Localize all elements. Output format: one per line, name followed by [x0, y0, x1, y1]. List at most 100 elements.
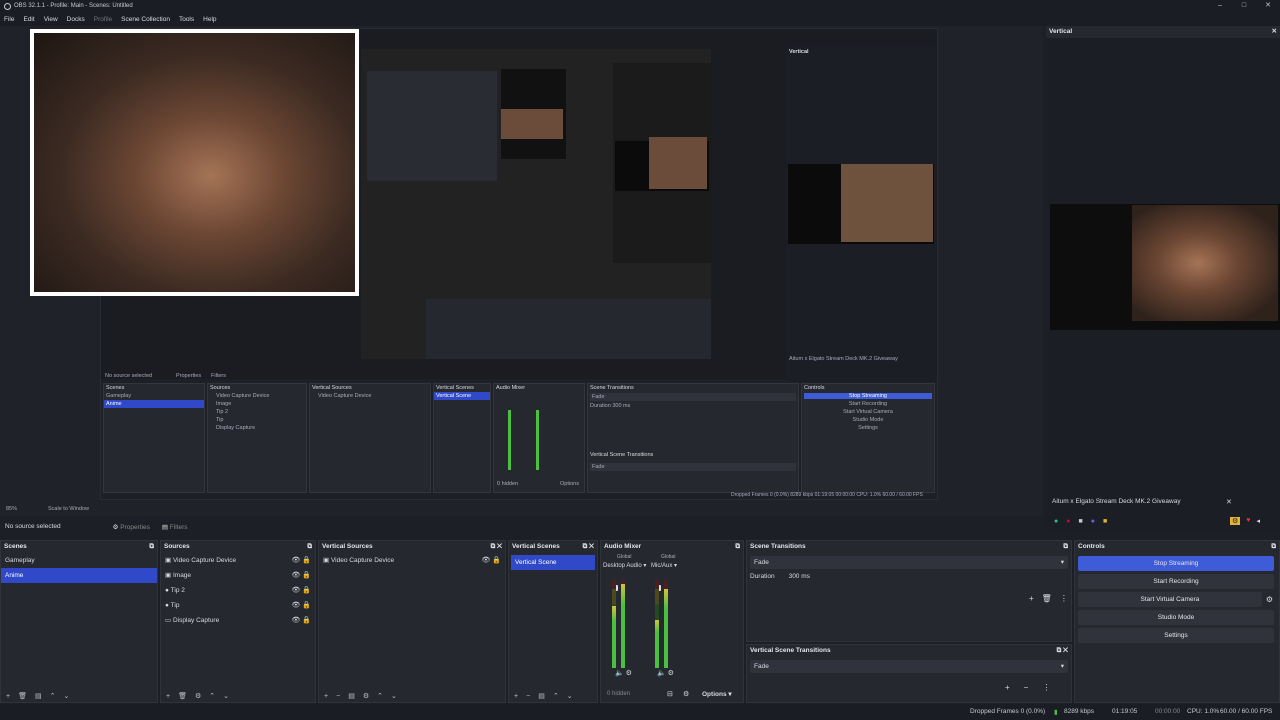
vertical-source-item[interactable]: ▣ Video Capture Device 👁 🔒: [319, 553, 505, 568]
duration-input[interactable]: 300 ms: [784, 572, 1045, 581]
maximize-button[interactable]: □: [1232, 0, 1256, 12]
add-icon[interactable]: +: [1005, 683, 1010, 692]
remove-icon[interactable]: −: [1024, 683, 1029, 692]
filter-icon[interactable]: ▤: [35, 692, 42, 700]
scene-item[interactable]: Anime: [1, 568, 157, 583]
menu-file[interactable]: File: [4, 16, 14, 23]
start-recording-button[interactable]: Start Recording: [1078, 574, 1274, 589]
minimize-button[interactable]: –: [1208, 0, 1232, 12]
remove-icon[interactable]: −: [336, 693, 340, 700]
dock-close-icon[interactable]: ✕: [589, 543, 594, 550]
filter-icon[interactable]: ▤: [538, 692, 545, 700]
virtualcam-icon[interactable]: ■: [1103, 518, 1107, 525]
dock-float-icon[interactable]: ⧉: [307, 541, 312, 553]
up-icon[interactable]: ⌃: [209, 692, 215, 700]
dock-float-icon[interactable]: ⧉: [491, 543, 496, 550]
backtrack-icon[interactable]: ●: [1091, 518, 1095, 525]
menu-arrow-icon[interactable]: ◂: [1256, 517, 1260, 525]
dock-float-icon[interactable]: ⧉: [1063, 541, 1068, 553]
mic-aux-label[interactable]: Mic/Aux ▾: [651, 562, 677, 569]
add-icon[interactable]: +: [514, 693, 518, 700]
lock-icon[interactable]: 🔒: [302, 587, 311, 594]
down-icon[interactable]: ⌄: [391, 692, 397, 700]
dock-close-icon[interactable]: ✕: [497, 543, 502, 550]
studio-mode-button[interactable]: Studio Mode: [1078, 610, 1274, 625]
mixer-link-icon[interactable]: ⚙: [683, 690, 689, 698]
desktop-audio-label[interactable]: Desktop Audio ▾: [603, 562, 646, 569]
settings-icon[interactable]: ⚙: [363, 692, 369, 700]
up-icon[interactable]: ⌃: [553, 692, 559, 700]
more-icon[interactable]: ⋮: [1042, 683, 1050, 692]
transition-select[interactable]: Fade ▾: [750, 556, 1068, 569]
settings-icon[interactable]: ⚙: [195, 692, 201, 700]
lock-icon[interactable]: 🔒: [302, 602, 311, 609]
filters-button[interactable]: ▤ Filters: [162, 523, 188, 531]
menu-docks[interactable]: Docks: [67, 16, 85, 23]
add-icon[interactable]: +: [324, 693, 328, 700]
channel-settings-icon[interactable]: ⚙: [668, 670, 674, 677]
stop-streaming-button[interactable]: Stop Streaming: [1078, 556, 1274, 571]
properties-button[interactable]: ⚙ Properties: [113, 523, 150, 531]
menu-profile[interactable]: Profile: [94, 16, 112, 23]
dock-float-icon[interactable]: ⧉: [735, 541, 740, 553]
dock-float-icon[interactable]: ⧉: [583, 543, 588, 550]
speaker-icon[interactable]: 🔈: [615, 670, 624, 677]
up-icon[interactable]: ⌃: [377, 692, 383, 700]
menu-help[interactable]: Help: [203, 16, 216, 23]
dock-float-icon[interactable]: ⧉: [149, 541, 154, 553]
dock-float-icon[interactable]: ⧉: [1057, 647, 1062, 654]
vertical-transition-select[interactable]: Fade ▾: [750, 660, 1068, 673]
down-icon[interactable]: ⌄: [567, 692, 573, 700]
virtual-camera-settings-icon[interactable]: ⚙: [1266, 595, 1273, 604]
scale-mode[interactable]: Scale to Window: [48, 506, 89, 512]
more-icon[interactable]: ⋮: [1060, 594, 1068, 603]
visibility-eye-icon[interactable]: 👁: [291, 557, 300, 564]
heart-icon[interactable]: ♥: [1246, 517, 1250, 525]
add-icon[interactable]: +: [1029, 594, 1034, 603]
record-icon[interactable]: ●: [1066, 518, 1070, 525]
visibility-eye-icon[interactable]: 👁: [481, 557, 490, 564]
speaker-icon[interactable]: 🔈: [657, 670, 666, 677]
pause-icon[interactable]: ■: [1078, 518, 1082, 525]
filter-icon[interactable]: ▤: [348, 692, 355, 700]
lock-icon[interactable]: 🔒: [302, 572, 311, 579]
source-item[interactable]: ● Tip 👁 🔒: [161, 598, 315, 613]
remove-icon[interactable]: 🗑: [1042, 594, 1052, 603]
visibility-eye-icon[interactable]: 👁: [291, 587, 300, 594]
add-icon[interactable]: +: [166, 693, 170, 700]
dock-close-icon[interactable]: ✕: [1063, 647, 1068, 654]
settings-gear-icon[interactable]: ⚙: [1230, 517, 1241, 525]
menu-view[interactable]: View: [44, 16, 58, 23]
visibility-eye-icon[interactable]: 👁: [291, 617, 300, 624]
menu-scene-collection[interactable]: Scene Collection: [121, 16, 170, 23]
remove-icon[interactable]: −: [526, 693, 530, 700]
menu-tools[interactable]: Tools: [179, 16, 194, 23]
mixer-layout-icon[interactable]: ⊟: [667, 690, 673, 698]
source-item[interactable]: ▣ Video Capture Device 👁 🔒: [161, 553, 315, 568]
stream-icon[interactable]: ●: [1054, 518, 1058, 525]
remove-icon[interactable]: 🗑: [18, 692, 27, 700]
lock-icon[interactable]: 🔒: [302, 557, 311, 564]
start-virtual-camera-button[interactable]: Start Virtual Camera: [1078, 592, 1262, 607]
caption-close-icon[interactable]: ✕: [1226, 498, 1232, 506]
source-item[interactable]: ▣ Image 👁 🔒: [161, 568, 315, 583]
close-button[interactable]: ✕: [1256, 0, 1280, 12]
visibility-eye-icon[interactable]: 👁: [291, 602, 300, 609]
source-item[interactable]: ● Tip 2 👁 🔒: [161, 583, 315, 598]
down-icon[interactable]: ⌄: [63, 692, 69, 700]
channel-settings-icon[interactable]: ⚙: [626, 670, 632, 677]
down-icon[interactable]: ⌄: [223, 692, 229, 700]
add-icon[interactable]: +: [6, 693, 10, 700]
mixer-options-button[interactable]: Options ▾: [702, 690, 732, 698]
scene-item[interactable]: Gameplay: [1, 553, 157, 568]
dock-float-icon[interactable]: ⧉: [1271, 541, 1276, 553]
up-icon[interactable]: ⌃: [50, 692, 56, 700]
remove-icon[interactable]: 🗑: [178, 692, 187, 700]
visibility-eye-icon[interactable]: 👁: [291, 572, 300, 579]
dock-close-icon[interactable]: ✕: [1272, 26, 1277, 38]
menu-edit[interactable]: Edit: [23, 16, 34, 23]
lock-icon[interactable]: 🔒: [492, 557, 501, 564]
source-item[interactable]: ▭ Display Capture 👁 🔒: [161, 613, 315, 628]
vertical-scene-item[interactable]: Vertical Scene: [511, 555, 595, 570]
zoom-level[interactable]: 85%: [6, 506, 17, 512]
